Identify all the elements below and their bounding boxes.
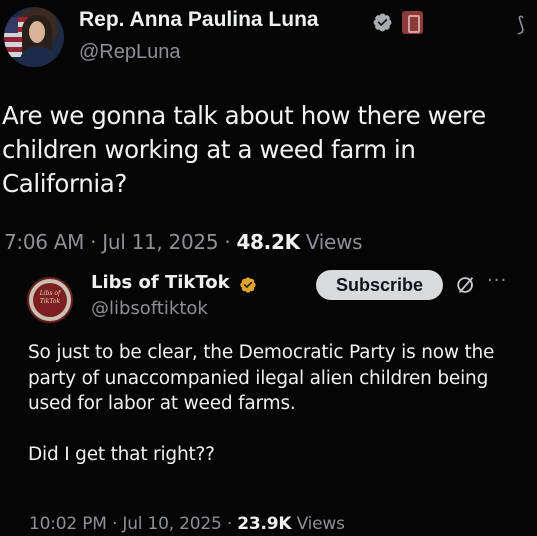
quoted-tweet-paragraph-2: Did I get that right?? (28, 443, 215, 465)
avatar-main[interactable] (4, 7, 64, 67)
quoted-tweet-views-label: Views (296, 514, 345, 534)
more-icon[interactable]: ⟆ (517, 12, 525, 36)
quoted-tweet-text: So just to be clear, the Democratic Part… (28, 340, 533, 467)
main-tweet-views-count: 48.2K (236, 230, 300, 254)
quoted-author-name[interactable]: Libs of TikTok (91, 272, 230, 293)
avatar-quoted[interactable]: Libs of TikTok (27, 277, 73, 323)
quoted-tweet-meta: 10:02 PM · Jul 10, 2025 · 23.9K Views (29, 514, 345, 534)
main-tweet-meta: 7:06 AM · Jul 11, 2025 · 48.2K Views (4, 230, 363, 254)
main-tweet-text: Are we gonna talk about how there were c… (2, 101, 486, 198)
avatar-quoted-text: Libs of TikTok (39, 290, 61, 305)
grok-icon[interactable] (455, 274, 477, 296)
verified-badge-icon (373, 13, 392, 32)
quoted-tweet-date[interactable]: Jul 10, 2025 (122, 514, 221, 534)
main-author-name[interactable]: Rep. Anna Paulina Luna (79, 8, 319, 32)
quoted-author-handle[interactable]: @libsoftiktok (91, 298, 208, 319)
quoted-tweet-time[interactable]: 10:02 PM (29, 514, 107, 534)
main-author-handle[interactable]: @RepLuna (79, 41, 180, 64)
screenshot-frame: Rep. Anna Paulina Luna @RepLuna ⟆ Are we… (0, 0, 537, 536)
more-icon[interactable]: ··· (487, 270, 507, 291)
main-tweet-views-label: Views (305, 230, 363, 254)
quoted-tweet-views-count: 23.9K (237, 514, 292, 534)
government-badge-icon (402, 11, 423, 34)
quoted-tweet-paragraph-1: So just to be clear, the Democratic Part… (28, 342, 495, 414)
subscribe-button[interactable]: Subscribe (316, 270, 443, 300)
verified-badge-icon (240, 277, 256, 293)
main-tweet-time[interactable]: 7:06 AM (4, 230, 84, 254)
main-tweet-date[interactable]: Jul 11, 2025 (102, 230, 218, 254)
